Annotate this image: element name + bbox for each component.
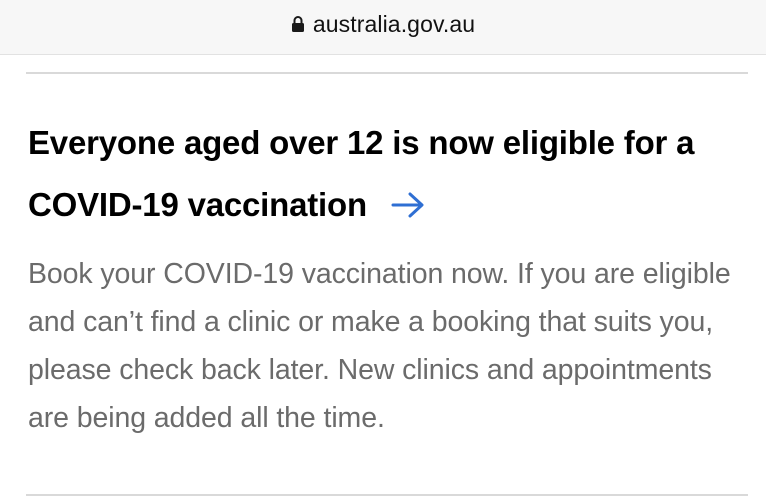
lock-icon bbox=[291, 15, 305, 33]
headline-text: Everyone aged over 12 is now eligible fo… bbox=[28, 124, 695, 223]
announcement-body: Book your COVID-19 vaccination now. If y… bbox=[28, 258, 731, 434]
announcement-headline-link[interactable]: Everyone aged over 12 is now eligible fo… bbox=[28, 112, 748, 236]
url-text: australia.gov.au bbox=[312, 10, 476, 37]
top-divider bbox=[26, 72, 748, 74]
url-display[interactable]: australia.gov.au bbox=[291, 11, 475, 38]
address-bar[interactable]: australia.gov.au bbox=[0, 0, 766, 55]
vaccination-announcement-card[interactable]: Everyone aged over 12 is now eligible fo… bbox=[28, 112, 748, 442]
arrow-right-icon[interactable] bbox=[391, 176, 425, 218]
bottom-divider bbox=[26, 494, 748, 496]
